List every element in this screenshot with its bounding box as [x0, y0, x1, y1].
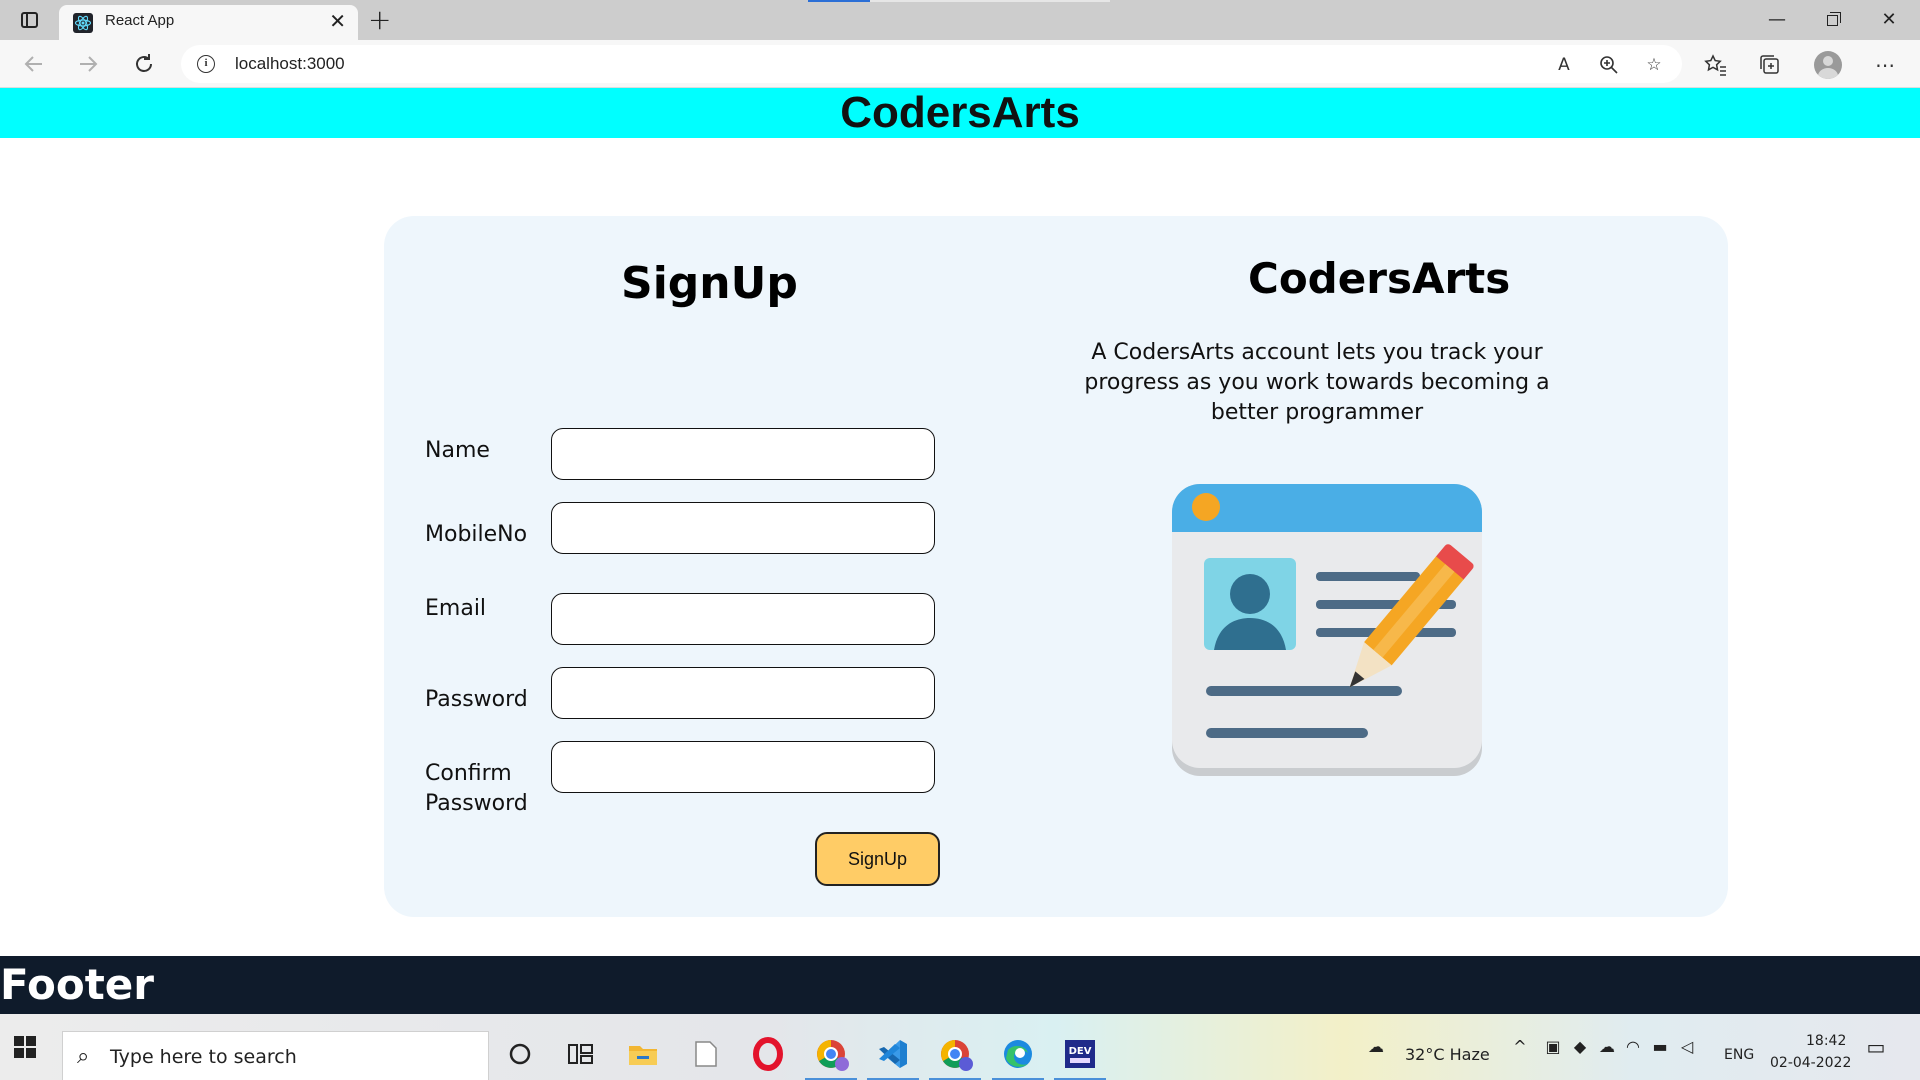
chevron-up-icon[interactable]: ^ [1510, 1037, 1530, 1057]
notepad-icon[interactable] [686, 1034, 726, 1074]
brand-description: A CodersArts account lets you track your… [1084, 340, 1550, 425]
confirm-password-label-line2: Password [425, 791, 528, 816]
dev-icon[interactable]: DEV [1054, 1034, 1106, 1080]
meet-now-icon[interactable]: ▣ [1543, 1037, 1563, 1057]
search-placeholder: Type here to search [110, 1046, 297, 1068]
wifi-icon[interactable]: ◠ [1623, 1037, 1643, 1057]
language-indicator[interactable]: ENG [1724, 1047, 1754, 1063]
profile-icon[interactable] [1814, 51, 1842, 79]
site-footer: Footer [0, 956, 1920, 1014]
edge-icon[interactable] [992, 1034, 1044, 1080]
tab-title: React App [105, 12, 175, 29]
taskbar-search[interactable]: ⌕ Type here to search [62, 1031, 489, 1080]
clock-date[interactable]: 02-04-2022 [1770, 1055, 1851, 1071]
signup-title: SignUp [621, 258, 798, 309]
zoom-icon[interactable] [1597, 53, 1621, 77]
more-icon[interactable]: ⋯ [1872, 52, 1898, 78]
mobile-input[interactable] [551, 502, 935, 554]
address-url[interactable]: localhost:3000 [235, 54, 345, 74]
email-input[interactable] [551, 593, 935, 645]
search-icon: ⌕ [77, 1044, 90, 1069]
dropbox-icon[interactable]: ◆ [1570, 1037, 1590, 1057]
weather-icon[interactable]: ☁ [1366, 1037, 1386, 1057]
brand-title: CodersArts [1248, 254, 1511, 303]
svg-text:DEV: DEV [1069, 1046, 1092, 1057]
confirm-password-label-line1: Confirm [425, 761, 512, 786]
clock-time[interactable]: 18:42 [1806, 1033, 1846, 1049]
react-favicon-icon [73, 13, 93, 33]
read-aloud-icon[interactable]: A [1552, 53, 1576, 77]
weather-text[interactable]: 32°C Haze [1405, 1045, 1490, 1064]
back-icon[interactable] [18, 48, 50, 80]
mobile-label: MobileNo [425, 522, 528, 547]
windows-taskbar: ⌕ Type here to search DEV ☁ 32°C Haze ^ … [0, 1014, 1920, 1080]
cortana-icon[interactable] [500, 1034, 540, 1074]
browser-tab-bar: React App ✕ + — ✕ [0, 0, 1920, 40]
refresh-icon[interactable] [128, 48, 160, 80]
volume-icon[interactable]: ◁ [1677, 1037, 1697, 1057]
new-tab-button[interactable]: + [368, 5, 391, 35]
windows-start-icon[interactable] [14, 1036, 36, 1058]
tab-actions-icon[interactable] [18, 9, 42, 31]
info-icon[interactable]: i [197, 55, 215, 73]
opera-icon[interactable] [748, 1034, 788, 1074]
name-label: Name [425, 438, 490, 463]
tab-loading-indicator [808, 0, 1110, 2]
account-card-illustration [1170, 482, 1530, 782]
address-bar[interactable]: i localhost:3000 A ☆ [181, 45, 1682, 83]
password-label: Password [425, 687, 528, 712]
email-label: Email [425, 596, 487, 621]
chrome-profile-icon[interactable] [805, 1034, 857, 1080]
task-view-icon[interactable] [560, 1034, 600, 1074]
favorites-icon[interactable] [1702, 52, 1728, 78]
browser-tab[interactable]: React App ✕ [59, 5, 358, 40]
window-restore-button[interactable] [1810, 6, 1856, 34]
vscode-icon[interactable] [867, 1034, 919, 1080]
file-explorer-icon[interactable] [623, 1034, 663, 1074]
forward-icon[interactable] [72, 48, 104, 80]
chrome-icon[interactable] [929, 1034, 981, 1080]
tab-close-icon[interactable]: ✕ [329, 9, 346, 33]
window-close-button[interactable]: ✕ [1866, 6, 1912, 34]
site-header: CodersArts [0, 88, 1920, 138]
onedrive-icon[interactable]: ☁ [1597, 1037, 1617, 1057]
window-minimize-button[interactable]: — [1754, 6, 1800, 34]
confirm-password-label: Confirm Password [425, 759, 528, 819]
battery-icon[interactable]: ▬ [1650, 1037, 1670, 1057]
confirm-password-input[interactable] [551, 741, 935, 793]
browser-toolbar: i localhost:3000 A ☆ ⋯ [0, 40, 1920, 88]
name-input[interactable] [551, 428, 935, 480]
collections-icon[interactable] [1757, 52, 1783, 78]
add-favorite-icon[interactable]: ☆ [1642, 53, 1666, 77]
site-title: CodersArts [840, 88, 1080, 137]
footer-text: Footer [0, 960, 154, 1009]
notifications-icon[interactable]: ▭ [1866, 1037, 1886, 1057]
password-input[interactable] [551, 667, 935, 719]
signup-button[interactable]: SignUp [815, 832, 940, 886]
